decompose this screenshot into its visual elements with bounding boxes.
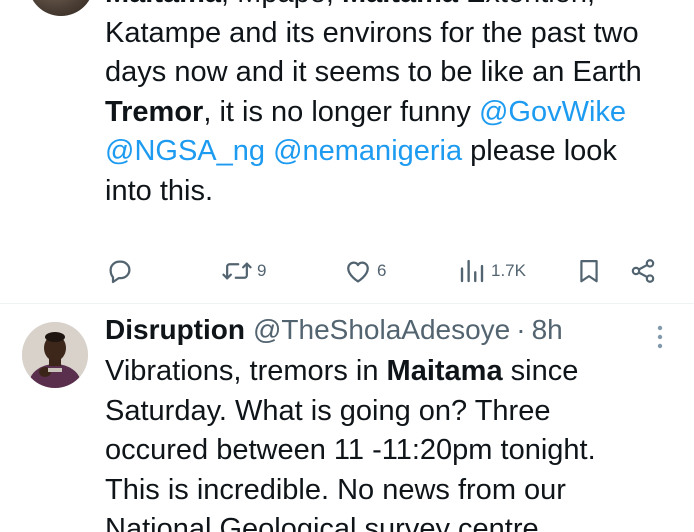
views-button[interactable]: 1.7K	[457, 254, 526, 288]
tweet-text-line: into this.	[105, 172, 685, 212]
display-name[interactable]: Disruption	[105, 314, 245, 346]
tweet-text: Maitama, Mpape, Maitama Extention, Katamp…	[105, 0, 685, 212]
text-segment: please look	[462, 135, 617, 168]
tweet-text-line: @NGSA_ng @nemanigeria please look	[105, 132, 685, 172]
avatar[interactable]	[28, 0, 94, 16]
mention-link[interactable]: @NGSA_ng	[105, 135, 265, 167]
user-handle[interactable]: @TheSholaAdesoye	[253, 314, 510, 346]
share-button[interactable]	[629, 254, 657, 288]
tweet-divider	[0, 303, 694, 304]
reply-icon	[105, 256, 135, 286]
timestamp[interactable]: 8h	[532, 314, 563, 346]
text-segment: Vibrations, tremors in	[105, 355, 387, 387]
like-count: 6	[377, 261, 387, 280]
text-segment: Saturday. What is going on? Three	[105, 394, 551, 427]
tweet-actions: 9 6 1.7K	[105, 254, 665, 288]
tweet-text-line: This is incredible. No news from our	[105, 471, 685, 511]
bookmark-button[interactable]	[575, 254, 603, 288]
bold-text: Maitama	[105, 0, 221, 9]
share-icon	[629, 256, 657, 286]
tweet-text-line: National Geological survey centre	[105, 510, 685, 532]
retweet-count: 9	[257, 261, 267, 280]
text-segment: days now and it seems to be like an Eart…	[105, 56, 642, 89]
tweet-text: Vibrations, tremors in Maitama since Satu…	[105, 352, 685, 532]
tweet-header: Disruption @TheSholaAdesoye · 8h	[105, 314, 563, 352]
tweet-text-line: occured between 11 -11:20pm tonight.	[105, 431, 685, 471]
avatar[interactable]	[22, 322, 88, 388]
bookmark-icon	[575, 256, 603, 286]
tweet-text-line: Maitama, Mpape, Maitama Extention,	[105, 0, 685, 14]
separator-dot: ·	[516, 314, 526, 345]
text-segment: Katampe and its environs for the past tw…	[105, 16, 639, 49]
text-segment: into this.	[105, 174, 213, 207]
retweet-icon	[221, 256, 253, 286]
views-count: 1.7K	[491, 261, 526, 280]
heart-icon	[343, 256, 373, 286]
bold-text: Tremor	[105, 95, 204, 128]
text-segment: , Mpape,	[221, 0, 342, 9]
tweet-text-line: days now and it seems to be like an Eart…	[105, 53, 685, 93]
bold-text: Maitama	[342, 0, 458, 9]
mention-link[interactable]: @nemanigeria	[273, 135, 462, 167]
tweet-text-line: Katampe and its environs for the past tw…	[105, 14, 685, 54]
tweet-text-line: Saturday. What is going on? Three	[105, 392, 685, 432]
bold-text: Maitama	[386, 355, 503, 387]
retweet-button[interactable]: 9	[221, 254, 266, 288]
text-segment	[265, 135, 273, 167]
text-segment: Extention,	[458, 0, 595, 9]
text-segment: National Geological survey centre	[105, 513, 539, 532]
timeline-feed: Maitama, Mpape, Maitama Extention,Katamp…	[0, 0, 694, 532]
more-options-button[interactable]	[652, 322, 668, 352]
mention-link[interactable]: @GovWike	[479, 96, 626, 128]
tweet-text-line: Vibrations, tremors in Maitama since	[105, 352, 685, 392]
text-segment: This is incredible. No news from our	[105, 473, 566, 506]
text-segment: occured between 11 -11:20pm tonight.	[105, 434, 596, 467]
tweet-text-line: Tremor, it is no longer funny @GovWike	[105, 93, 685, 133]
views-icon	[457, 256, 487, 286]
text-segment: since	[502, 355, 579, 387]
reply-button[interactable]	[105, 254, 135, 288]
like-button[interactable]: 6	[343, 254, 386, 288]
text-segment: , it is no longer funny	[203, 95, 479, 128]
